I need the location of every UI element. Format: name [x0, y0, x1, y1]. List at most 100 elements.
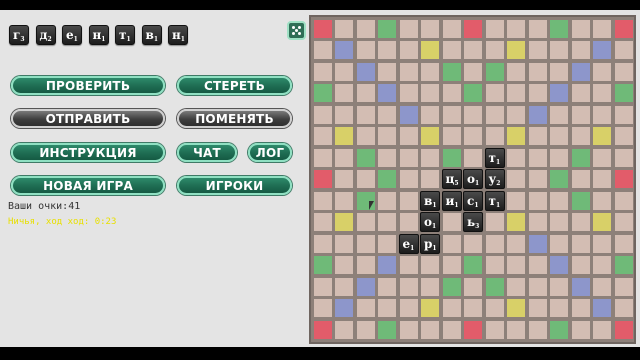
board-cell[interactable] [442, 277, 461, 296]
board-cell[interactable] [313, 234, 332, 253]
board-cell[interactable] [378, 62, 396, 81]
board-cell[interactable] [464, 84, 482, 102]
board-cell[interactable] [593, 299, 611, 317]
board-cell[interactable] [356, 127, 375, 145]
board-cell[interactable] [399, 191, 418, 210]
board-cell[interactable] [528, 41, 547, 59]
board-cell[interactable] [571, 84, 590, 102]
rack-tile[interactable]: т1 [115, 25, 135, 45]
board-cell[interactable] [614, 19, 633, 38]
board-cell[interactable] [335, 213, 353, 231]
shuffle-dice-icon[interactable] [287, 21, 306, 40]
board-cell[interactable] [356, 256, 375, 274]
board-cell[interactable] [528, 256, 547, 274]
board-cell[interactable] [507, 320, 525, 339]
board-cell[interactable] [528, 148, 547, 167]
board-cell[interactable] [335, 41, 353, 59]
board-cell[interactable] [442, 62, 461, 81]
board-cell[interactable] [571, 277, 590, 296]
board-cell[interactable] [335, 256, 353, 274]
board-cell[interactable] [313, 256, 332, 274]
board-cell[interactable] [442, 41, 461, 59]
board-cell[interactable] [507, 299, 525, 317]
board-cell[interactable] [571, 256, 590, 274]
board-cell[interactable] [614, 320, 633, 339]
board-cell[interactable] [507, 191, 525, 210]
board-cell[interactable] [313, 84, 332, 102]
board-cell[interactable] [313, 213, 332, 231]
board-cell[interactable] [464, 277, 482, 296]
board-cell[interactable] [593, 84, 611, 102]
board-cell[interactable] [571, 41, 590, 59]
board-cell[interactable] [464, 148, 482, 167]
board-cell[interactable] [507, 170, 525, 188]
board-cell[interactable] [399, 256, 418, 274]
board-cell[interactable] [313, 320, 332, 339]
board-cell[interactable] [378, 148, 396, 167]
rack-tile[interactable]: н1 [168, 25, 188, 45]
board-cell[interactable] [593, 62, 611, 81]
board-cell[interactable] [421, 62, 439, 81]
board-cell[interactable] [378, 213, 396, 231]
board-cell[interactable] [335, 191, 353, 210]
board-cell[interactable] [507, 277, 525, 296]
board-cell[interactable] [378, 105, 396, 124]
board-cell[interactable] [614, 213, 633, 231]
board-cell[interactable] [356, 62, 375, 81]
board-cell[interactable] [421, 105, 439, 124]
board-cell[interactable] [442, 127, 461, 145]
board-cell[interactable] [507, 213, 525, 231]
board-cell[interactable] [528, 105, 547, 124]
board-cell[interactable] [614, 105, 633, 124]
board-cell[interactable] [485, 84, 504, 102]
players-button[interactable]: ИГРОКИ [177, 176, 292, 195]
board-cell[interactable] [356, 41, 375, 59]
board-cell[interactable] [313, 148, 332, 167]
board-cell[interactable] [421, 170, 439, 188]
board-cell[interactable] [335, 234, 353, 253]
board-cell[interactable] [528, 234, 547, 253]
board-cell[interactable] [356, 277, 375, 296]
board-cell[interactable] [421, 19, 439, 38]
board-cell[interactable] [378, 19, 396, 38]
rack-tile[interactable]: е1 [62, 25, 82, 45]
board-cell[interactable] [313, 277, 332, 296]
board-cell[interactable] [399, 127, 418, 145]
board-cell[interactable] [485, 213, 504, 231]
board-cell[interactable] [313, 127, 332, 145]
board-cell[interactable] [528, 62, 547, 81]
board-cell[interactable] [335, 299, 353, 317]
check-button[interactable]: ПРОВЕРИТЬ [11, 76, 165, 95]
board-cell[interactable] [550, 19, 568, 38]
board-cell[interactable] [593, 191, 611, 210]
board-cell[interactable] [378, 191, 396, 210]
board-cell[interactable] [571, 299, 590, 317]
board-cell[interactable] [593, 277, 611, 296]
board-cell[interactable] [550, 84, 568, 102]
board-cell[interactable] [485, 62, 504, 81]
board-cell[interactable] [593, 320, 611, 339]
board-cell[interactable] [550, 299, 568, 317]
board-cell[interactable] [528, 320, 547, 339]
board-cell[interactable] [421, 148, 439, 167]
board-cell[interactable] [571, 19, 590, 38]
board-cell[interactable] [593, 170, 611, 188]
board-cell[interactable] [593, 105, 611, 124]
board-cell[interactable] [421, 84, 439, 102]
rack-tile[interactable]: д2 [35, 25, 56, 45]
board-cell[interactable] [442, 213, 461, 231]
board-cell[interactable] [614, 170, 633, 188]
board-cell[interactable] [356, 170, 375, 188]
board-cell[interactable] [378, 234, 396, 253]
board-cell[interactable] [593, 148, 611, 167]
board-cell[interactable] [378, 256, 396, 274]
board-cell[interactable] [550, 191, 568, 210]
board-cell[interactable] [442, 148, 461, 167]
board-cell[interactable] [335, 105, 353, 124]
board-cell[interactable] [378, 299, 396, 317]
board-cell[interactable] [550, 320, 568, 339]
board-cell[interactable] [528, 213, 547, 231]
board-cell[interactable] [593, 213, 611, 231]
board-cell[interactable] [485, 256, 504, 274]
board-cell[interactable] [442, 105, 461, 124]
